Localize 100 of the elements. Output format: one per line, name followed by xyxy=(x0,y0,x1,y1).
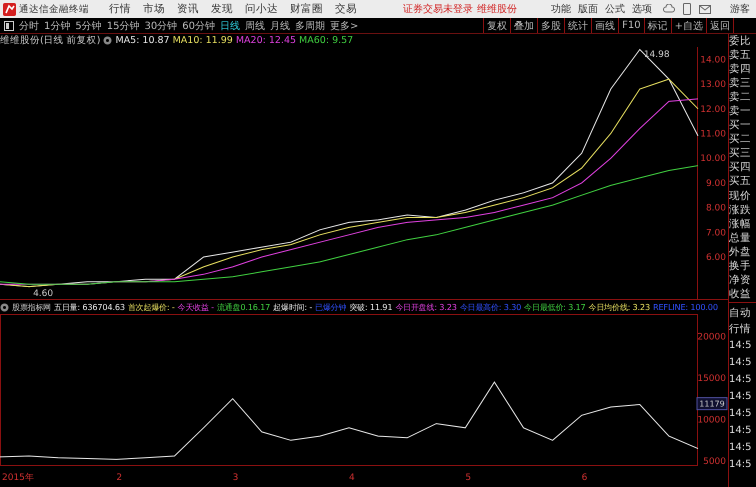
indicator-value: 首次起爆价: - xyxy=(128,302,175,312)
period-tab[interactable]: 更多> xyxy=(330,18,358,32)
indicator-value: 今日均价线: 3.23 xyxy=(588,302,650,312)
period-tab[interactable]: 多周期 xyxy=(294,18,325,32)
quote-label: 买五 xyxy=(729,175,752,188)
mail-icon[interactable] xyxy=(699,4,711,14)
toolbar-button[interactable]: +自选 xyxy=(670,18,706,33)
quote-label: 买四 xyxy=(729,161,752,174)
series-name: MA60 xyxy=(299,35,326,46)
price-label: 14.98 xyxy=(644,50,670,60)
period-tab[interactable]: 60分钟 xyxy=(182,18,215,32)
quote-label: 卖四 xyxy=(729,62,752,76)
series-name: MA10 xyxy=(172,35,200,46)
menu-item[interactable]: 交易 xyxy=(335,2,357,16)
settings-icon[interactable] xyxy=(0,302,9,312)
quote-label: 现价 xyxy=(729,190,752,203)
menu-item[interactable]: 问小达 xyxy=(245,2,278,16)
quote-label: 换手 xyxy=(729,260,752,274)
user-name[interactable]: 游客 xyxy=(730,2,750,16)
indicator-value: 流通盘0.16.17 xyxy=(216,302,270,312)
axis-tick-label: 14.00 xyxy=(700,55,726,66)
login-notice[interactable]: 证券交易未登录 xyxy=(403,2,473,16)
trade-time: 14:5 xyxy=(729,390,752,404)
quote-label: 买二 xyxy=(729,133,752,146)
series-name: MA5 xyxy=(115,35,136,46)
menu-item[interactable]: 公式 xyxy=(605,2,625,16)
trade-time: 14:5 xyxy=(729,424,752,438)
axis-tick-label: 4 xyxy=(349,473,355,483)
indicator-value: 今天收益 - xyxy=(178,302,214,312)
series-value: : 636704.63 xyxy=(77,302,125,312)
axis-tick-label: 10000 xyxy=(697,415,726,426)
trade-time: 14:5 xyxy=(729,356,752,370)
quote-label: 卖五 xyxy=(729,48,752,62)
indicator-value: 今日最高价: 3.30 xyxy=(460,302,522,312)
quote-label: 外盘 xyxy=(729,246,752,259)
axis-tick-label: 2 xyxy=(116,473,122,483)
axis-tick-label: 8.00 xyxy=(706,204,726,214)
chart-title: 维维股份(日线 前复权) xyxy=(0,34,100,47)
indicator-value: 今日最低价: 3.17 xyxy=(524,302,586,312)
indicator-value: 已爆分钟 xyxy=(315,302,346,312)
menu-item[interactable]: 功能 xyxy=(551,2,571,16)
axis-tick-label: 9.00 xyxy=(706,178,726,189)
quote-label: 涨幅 xyxy=(729,218,752,231)
stock-name: 维维股份 xyxy=(477,2,517,16)
menu-item[interactable]: 财富圈 xyxy=(290,2,323,16)
panel-tab[interactable]: 行情 xyxy=(729,323,756,336)
period-tab[interactable]: 分时 xyxy=(19,18,39,32)
indicator-value: REFLINE: 100.00 xyxy=(652,302,718,312)
price-label: 4.60 xyxy=(33,289,54,299)
series-value: : 9.57 xyxy=(326,35,354,46)
period-tab[interactable]: 1分钟 xyxy=(44,18,70,32)
panel-toggle-icon[interactable] xyxy=(4,20,14,30)
axis-tick-label: 13.00 xyxy=(700,80,726,90)
trade-time: 14:5 xyxy=(729,373,752,387)
axis-tick-label: 3 xyxy=(232,473,238,483)
quote-label: 卖一 xyxy=(729,105,752,118)
menu-item[interactable]: 市场 xyxy=(143,2,165,16)
quote-label: 买三 xyxy=(729,147,752,160)
period-tab[interactable]: 周线 xyxy=(244,18,265,32)
series-name: 五日量 xyxy=(54,302,78,312)
menu-item[interactable]: 选项 xyxy=(632,2,652,16)
quote-label: 委比 xyxy=(729,34,752,48)
axis-tick-label: 20000 xyxy=(697,332,726,342)
axis-tick-label: 11.00 xyxy=(700,129,726,140)
app-title: 通达信金融终端 xyxy=(19,2,89,16)
axis-tick-label: 5000 xyxy=(703,457,726,468)
settings-icon[interactable] xyxy=(103,36,112,45)
value-tag: 11179 xyxy=(696,397,728,410)
indicator-value: 今日开盘线: 3.23 xyxy=(395,302,457,312)
indicator-value: 突破: 11.91 xyxy=(349,302,392,312)
axis-tick-label: 15000 xyxy=(697,374,726,384)
period-tab[interactable]: 15分钟 xyxy=(106,18,140,32)
quote-label: 买一 xyxy=(729,119,752,132)
period-tab[interactable]: 5分钟 xyxy=(75,18,102,32)
app-logo-icon xyxy=(3,2,16,16)
trade-time: 14:5 xyxy=(729,441,752,455)
period-tab[interactable]: 日线 xyxy=(220,18,240,32)
trade-time: 14:5 xyxy=(729,407,752,421)
period-tab[interactable]: 月线 xyxy=(270,18,290,32)
trade-time: 14:5 xyxy=(729,339,752,353)
phone-icon[interactable] xyxy=(683,3,691,15)
quote-label: 卖二 xyxy=(729,90,752,104)
quote-label: 涨跌 xyxy=(729,204,752,217)
axis-tick-label: 7.00 xyxy=(706,228,726,238)
cloud-icon[interactable] xyxy=(663,4,675,14)
axis-tick-label: 10.00 xyxy=(700,154,726,164)
indicator-title: 股票指标网 xyxy=(12,302,52,312)
menu-item[interactable]: 版面 xyxy=(578,2,598,16)
period-tab[interactable]: 30分钟 xyxy=(144,18,178,32)
quote-label: 收益 xyxy=(729,288,752,302)
series-name: MA20 xyxy=(236,35,263,46)
quote-label: 卖三 xyxy=(729,76,752,90)
menu-item[interactable]: 资讯 xyxy=(177,2,199,16)
quote-label: 净资 xyxy=(729,274,752,288)
menu-item[interactable]: 发现 xyxy=(211,2,233,16)
menu-item[interactable]: 行情 xyxy=(109,2,131,16)
year-label: 2015年 xyxy=(2,473,34,483)
axis-tick-label: 12.00 xyxy=(700,104,726,115)
quote-label: 总量 xyxy=(729,232,752,245)
panel-tab[interactable]: 自动 xyxy=(729,307,756,320)
